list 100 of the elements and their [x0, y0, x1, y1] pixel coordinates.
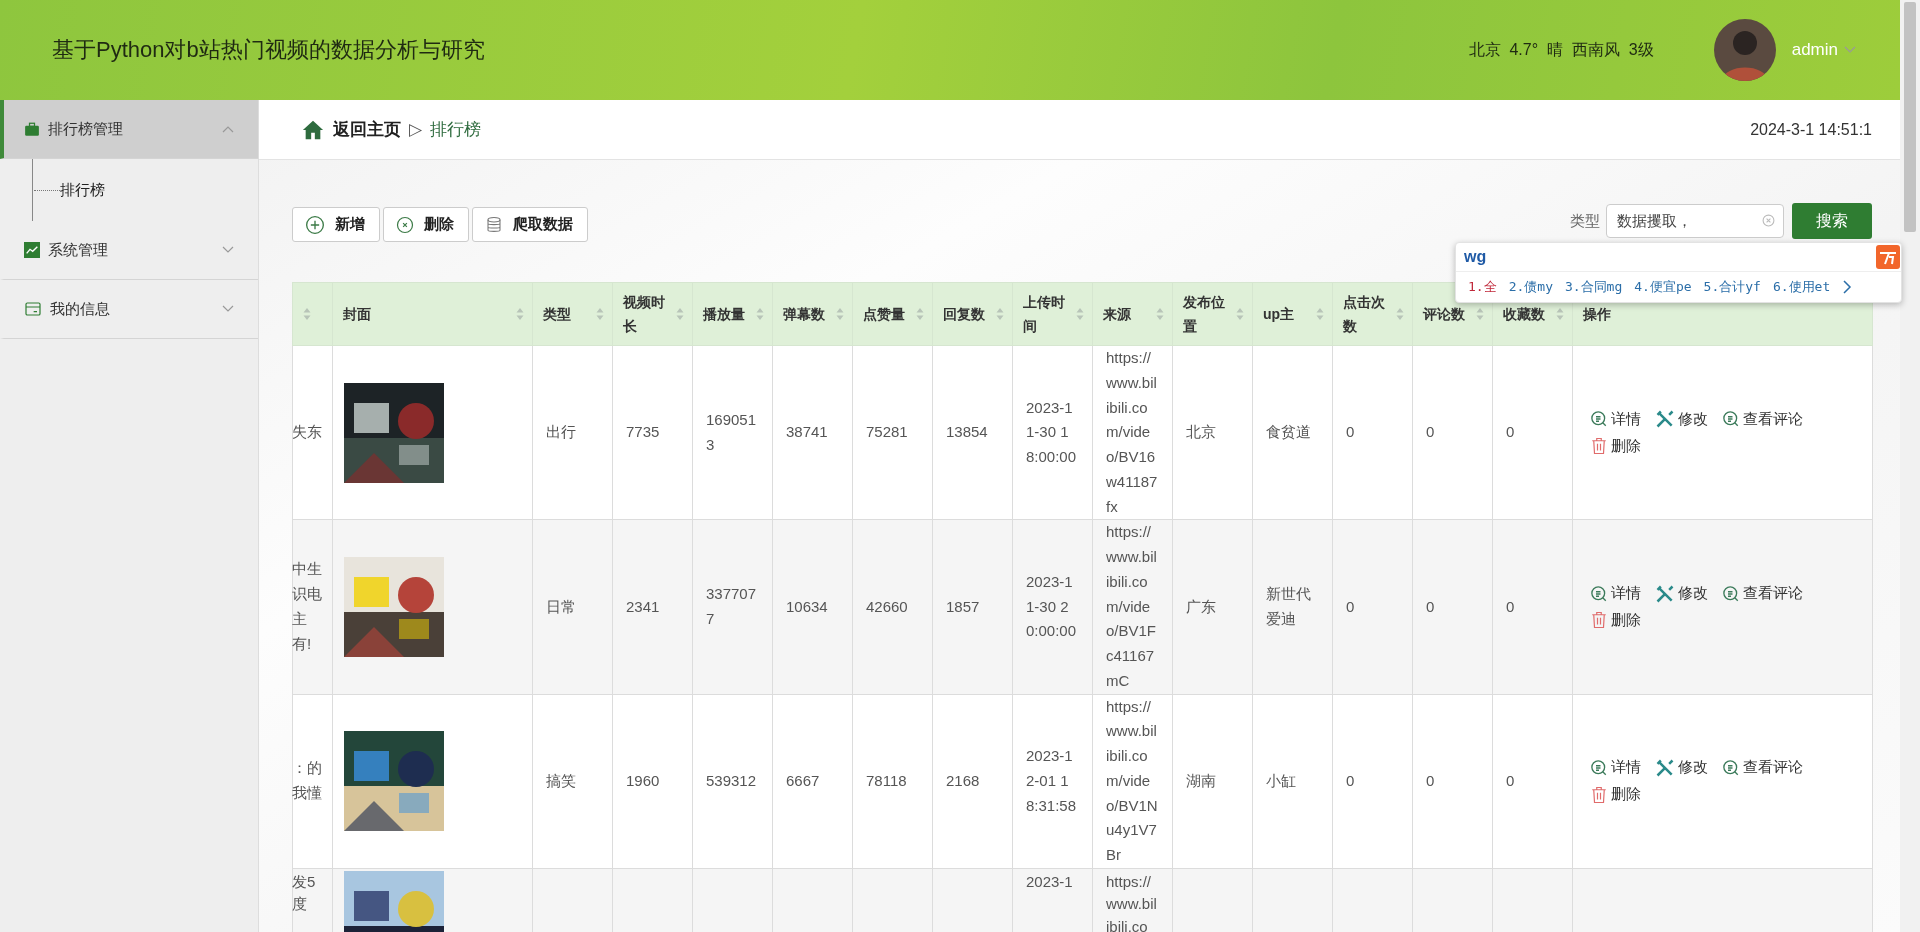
scrollbar[interactable]: [1900, 0, 1920, 932]
uploader-cell: 小缸: [1266, 771, 1296, 789]
sort-icon: [676, 307, 684, 321]
action-link[interactable]: 删除: [1590, 433, 1641, 459]
column-header[interactable]: 评论数: [1423, 301, 1465, 327]
sort-icon: [1156, 307, 1164, 321]
tools-icon: [1655, 409, 1675, 430]
location-cell: 北京: [1186, 423, 1216, 441]
column-header[interactable]: 封面: [343, 301, 371, 327]
action-link[interactable]: 修改: [1655, 755, 1708, 781]
clicks-cell: 0: [1346, 771, 1355, 789]
likes-cell: 42660: [866, 597, 908, 615]
sidebar-item[interactable]: 系统管理: [0, 221, 258, 280]
title-fragment: ：的我懂: [292, 758, 323, 804]
ime-candidate[interactable]: 6.使用et: [1772, 278, 1831, 296]
search-list-icon: [1590, 758, 1608, 777]
search-list-icon: [1722, 584, 1740, 603]
trash-icon: [1590, 437, 1608, 455]
source-url-cell: https://www.bilibili.co: [1106, 872, 1157, 932]
search-list-icon: [1590, 410, 1608, 429]
home-link[interactable]: 返回主页: [333, 118, 401, 141]
trash-icon: [1590, 785, 1608, 804]
sidebar-item[interactable]: 我的信息: [0, 280, 258, 339]
ime-candidate[interactable]: 5.合计yf: [1703, 278, 1761, 296]
breadcrumb-current[interactable]: 排行榜: [430, 118, 1743, 141]
title-fragment: 失东: [292, 422, 323, 443]
plus-circle-icon: [305, 214, 325, 235]
upload-time-cell: 2023-1: [1026, 872, 1073, 890]
search-field[interactable]: 数据攫取，: [1606, 204, 1784, 238]
column-header[interactable]: 来源: [1103, 301, 1131, 327]
replies-cell: 2168: [946, 771, 980, 789]
plays-cell: 3377077: [706, 585, 757, 627]
column-header[interactable]: up主: [1263, 301, 1295, 327]
sort-icon: [1556, 307, 1564, 321]
duration-cell: 1960: [626, 771, 660, 789]
action-link[interactable]: 删除: [1590, 607, 1641, 633]
search-list-icon: [1722, 758, 1740, 777]
column-header: 操作: [1583, 304, 1611, 324]
chart-icon: [24, 242, 40, 258]
action-link[interactable]: 查看评论: [1722, 581, 1803, 606]
location-cell: 广东: [1186, 597, 1216, 615]
search-list-icon: [1722, 410, 1740, 429]
briefcase-icon: [24, 121, 40, 137]
ime-candidate[interactable]: 1.全: [1468, 278, 1497, 296]
toolbar-button[interactable]: 删除: [383, 207, 469, 242]
upload-time-cell: 2023-12-01 18:31:58: [1026, 747, 1077, 814]
search-button[interactable]: 搜索: [1792, 203, 1872, 239]
replies-cell: 1857: [946, 597, 980, 615]
replies-cell: 13854: [946, 423, 988, 441]
action-link[interactable]: 修改: [1655, 406, 1708, 432]
search-label: 类型: [1570, 211, 1600, 231]
breadcrumb-separator: ▷: [409, 119, 423, 140]
danmaku-cell: 10634: [786, 597, 828, 615]
action-link[interactable]: 详情: [1590, 406, 1641, 432]
toolbar-button[interactable]: 新增: [292, 207, 380, 242]
sort-icon: [1236, 307, 1244, 321]
type-cell: 出行: [546, 423, 576, 441]
sort-icon: [996, 307, 1004, 321]
sidebar-subitem[interactable]: 排行榜: [60, 180, 105, 200]
column-header[interactable]: 类型: [543, 301, 571, 327]
action-link[interactable]: 详情: [1590, 581, 1641, 606]
action-link[interactable]: 查看评论: [1722, 406, 1803, 432]
action-link[interactable]: 删除: [1590, 782, 1641, 807]
toolbar-button[interactable]: 爬取数据: [472, 207, 588, 242]
datetime-text: 2024-3-1 14:51:1: [1750, 120, 1872, 139]
action-link[interactable]: 修改: [1655, 581, 1708, 606]
upload-time-cell: 2023-11-30 18:00:00: [1026, 398, 1077, 465]
uploader-cell: 食贫道: [1266, 423, 1311, 441]
card-icon: [24, 301, 42, 317]
database-icon: [485, 214, 503, 235]
duration-cell: 7735: [626, 423, 660, 441]
close-circle-icon: [396, 215, 414, 234]
column-header[interactable]: 收藏数: [1503, 301, 1545, 327]
danmaku-cell: 6667: [786, 771, 820, 789]
location-cell: 湖南: [1186, 771, 1216, 789]
duration-cell: 2341: [626, 597, 660, 615]
chevron-up-icon: [222, 125, 234, 133]
app-title: 基于Python对b站热门视频的数据分析与研究: [52, 36, 486, 64]
ime-candidate[interactable]: 2.债my: [1508, 278, 1553, 296]
favorites-cell: 0: [1506, 423, 1515, 441]
sort-icon: [596, 307, 604, 321]
tools-icon: [1655, 757, 1675, 778]
chevron-down-icon: [1844, 46, 1856, 54]
search-list-icon: [1590, 584, 1608, 603]
sidebar-item[interactable]: 排行榜管理: [0, 100, 258, 159]
plays-cell: 1690513: [706, 410, 757, 453]
upload-time-cell: 2023-11-30 20:00:00: [1026, 572, 1077, 640]
favorites-cell: 0: [1506, 597, 1515, 615]
chevron-right-icon: [1842, 280, 1853, 294]
ime-candidate[interactable]: 3.合同mg: [1564, 278, 1623, 296]
sort-icon: [1076, 307, 1084, 321]
sort-icon: [756, 307, 764, 321]
likes-cell: 78118: [866, 771, 907, 789]
action-link[interactable]: 查看评论: [1722, 755, 1803, 781]
comments-cell: 0: [1426, 597, 1435, 615]
ime-candidate[interactable]: 4.便宜pe: [1634, 278, 1692, 296]
chevron-down-icon: [222, 246, 234, 254]
sort-icon: [303, 307, 311, 321]
action-link[interactable]: 详情: [1590, 755, 1641, 781]
uploader-cell: 新世代爱迪: [1266, 585, 1311, 627]
